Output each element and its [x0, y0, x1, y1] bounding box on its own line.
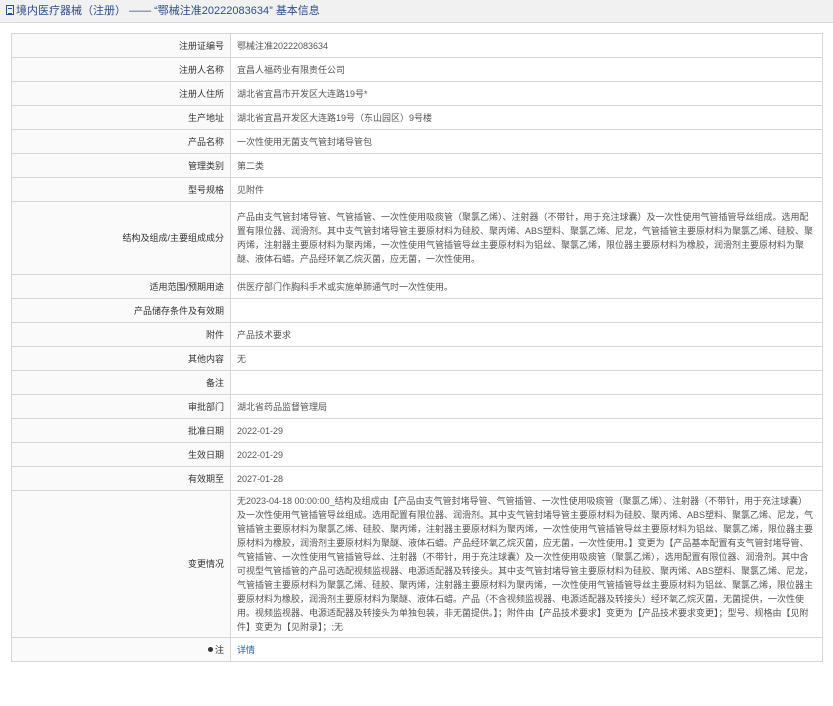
table-row: 生产地址 湖北省宜昌开发区大连路19号（东山园区）9号楼	[11, 105, 823, 130]
field-value: 无2023-04-18 00:00:00_结构及组成由【产品由支气管封堵导管、气…	[230, 490, 823, 638]
field-label: 其他内容	[11, 346, 231, 371]
field-value: 湖北省药品监督管理局	[230, 394, 823, 419]
table-row: 产品名称 一次性使用无菌支气管封堵导管包	[11, 129, 823, 154]
field-label: 生产地址	[11, 105, 231, 130]
field-value: 2022-01-29	[230, 442, 823, 467]
field-label: 注册证编号	[11, 33, 231, 58]
field-value: 宜昌人福药业有限责任公司	[230, 57, 823, 82]
field-label: 审批部门	[11, 394, 231, 419]
document-icon	[6, 5, 14, 15]
note-label: 注	[214, 644, 224, 655]
field-label: 产品储存条件及有效期	[11, 298, 231, 323]
note-row: 注 详情	[11, 637, 823, 662]
table-row: 变更情况 无2023-04-18 00:00:00_结构及组成由【产品由支气管封堵…	[11, 490, 823, 638]
pin-icon	[207, 646, 213, 652]
field-label: 批准日期	[11, 418, 231, 443]
field-label: 型号规格	[11, 177, 231, 202]
table-row: 适用范围/预期用途 供医疗部门作胸科手术或实施单肺通气时一次性使用。	[11, 274, 823, 299]
field-value: 湖北省宜昌开发区大连路19号（东山园区）9号楼	[230, 105, 823, 130]
note-value-cell: 详情	[230, 637, 823, 662]
field-label: 备注	[11, 370, 231, 395]
field-value: 2022-01-29	[230, 418, 823, 443]
details-link[interactable]: 详情	[237, 645, 255, 655]
header-category: 境内医疗器械（注册）	[16, 5, 126, 17]
field-label: 有效期至	[11, 466, 231, 491]
field-value: 产品技术要求	[230, 322, 823, 347]
note-label-cell: 注	[11, 637, 231, 662]
table-row: 注册证编号 鄂械注准20222083634	[11, 33, 823, 58]
field-value: 一次性使用无菌支气管封堵导管包	[230, 129, 823, 154]
field-label: 附件	[11, 322, 231, 347]
field-value: 2027-01-28	[230, 466, 823, 491]
table-row: 注册人名称 宜昌人福药业有限责任公司	[11, 57, 823, 82]
field-value: 供医疗部门作胸科手术或实施单肺通气时一次性使用。	[230, 274, 823, 299]
table-row: 生效日期 2022-01-29	[11, 442, 823, 467]
field-value: 见附件	[230, 177, 823, 202]
header-title: “鄂械注准20222083634”	[154, 5, 273, 17]
field-label: 结构及组成/主要组成成分	[11, 201, 231, 275]
field-value: 无	[230, 346, 823, 371]
field-value: 湖北省宜昌市开发区大连路19号*	[230, 81, 823, 106]
table-row: 管理类别 第二类	[11, 153, 823, 178]
table-row: 型号规格 见附件	[11, 177, 823, 202]
table-row: 其他内容无	[11, 346, 823, 371]
header-suffix: 基本信息	[275, 5, 320, 17]
table-row: 附件 产品技术要求	[11, 322, 823, 347]
field-label: 注册人名称	[11, 57, 231, 82]
field-label: 适用范围/预期用途	[11, 274, 231, 299]
table-row: 产品储存条件及有效期	[11, 298, 823, 323]
table-row: 注册人住所 湖北省宜昌市开发区大连路19号*	[11, 81, 823, 106]
field-value	[230, 370, 823, 395]
table-row: 审批部门 湖北省药品监督管理局	[11, 394, 823, 419]
table-row: 备注	[11, 370, 823, 395]
field-value: 产品由支气管封堵导管、气管插管、一次性使用吸痰管（聚氯乙烯）、注射器（不带针，用…	[230, 201, 823, 275]
table-row: 批准日期 2022-01-29	[11, 418, 823, 443]
info-table: 注册证编号 鄂械注准20222083634 注册人名称 宜昌人福药业有限责任公司 注…	[11, 33, 823, 662]
header-separator: ——	[129, 5, 152, 17]
field-label: 管理类别	[11, 153, 231, 178]
field-label: 产品名称	[11, 129, 231, 154]
field-value: 第二类	[230, 153, 823, 178]
table-row: 有效期至 2027-01-28	[11, 466, 823, 491]
table-row: 结构及组成/主要组成成分 产品由支气管封堵导管、气管插管、一次性使用吸痰管（聚氯乙…	[11, 201, 823, 275]
field-label: 生效日期	[11, 442, 231, 467]
field-value: 鄂械注准20222083634	[230, 33, 823, 58]
field-value	[230, 298, 823, 323]
page-header: 境内医疗器械（注册） —— “鄂械注准20222083634” 基本信息	[0, 0, 833, 23]
field-label: 变更情况	[11, 490, 231, 638]
field-label: 注册人住所	[11, 81, 231, 106]
